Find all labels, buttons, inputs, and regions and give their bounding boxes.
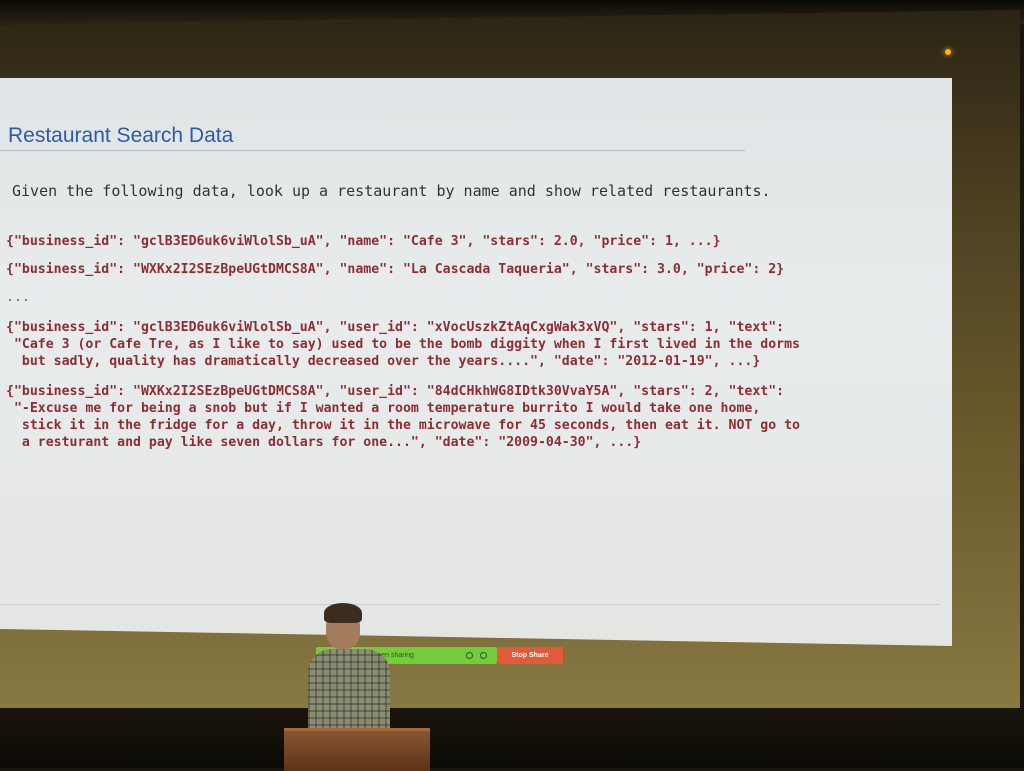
presenter-shirt <box>308 649 390 733</box>
pause-share-icon[interactable] <box>466 652 473 659</box>
business-record-2: {"business_id": "WXKx2I2SEzBpeUGtDMCS8A"… <box>6 262 785 277</box>
slide-intro-text: Given the following data, look up a rest… <box>12 182 771 200</box>
title-divider <box>0 150 745 151</box>
stop-share-button[interactable]: Stop Share <box>497 647 563 664</box>
review-2-line-2: "-Excuse me for being a snob but if I wa… <box>6 401 761 416</box>
projector-indicator-light <box>945 49 951 55</box>
review-1-line-3: but sadly, quality has dramatically decr… <box>6 354 761 369</box>
share-options-icon[interactable] <box>480 652 487 659</box>
footer-divider <box>0 604 940 605</box>
presentation-slide: Restaurant Search Data Given the followi… <box>0 78 952 646</box>
review-2-line-4: a resturant and pay like seven dollars f… <box>6 435 642 450</box>
slide-title: Restaurant Search Data <box>8 124 234 147</box>
stop-share-label: Stop Share <box>511 652 549 659</box>
stage-floor <box>0 708 1024 768</box>
review-1-line-2: "Cafe 3 (or Cafe Tre, as I like to say) … <box>6 337 800 352</box>
ellipsis-line: ... <box>6 290 30 305</box>
business-record-1: {"business_id": "gclB3ED6uk6viWlolSb_uA"… <box>6 234 721 249</box>
presenter <box>300 603 396 733</box>
review-2-line-3: stick it in the fridge for a day, throw … <box>6 418 800 433</box>
review-1-line-1: {"business_id": "gclB3ED6uk6viWlolSb_uA"… <box>6 320 785 335</box>
presenter-hair <box>324 603 362 623</box>
review-2-line-1: {"business_id": "WXKx2I2SEzBpeUGtDMCS8A"… <box>6 384 785 399</box>
podium <box>284 728 430 771</box>
